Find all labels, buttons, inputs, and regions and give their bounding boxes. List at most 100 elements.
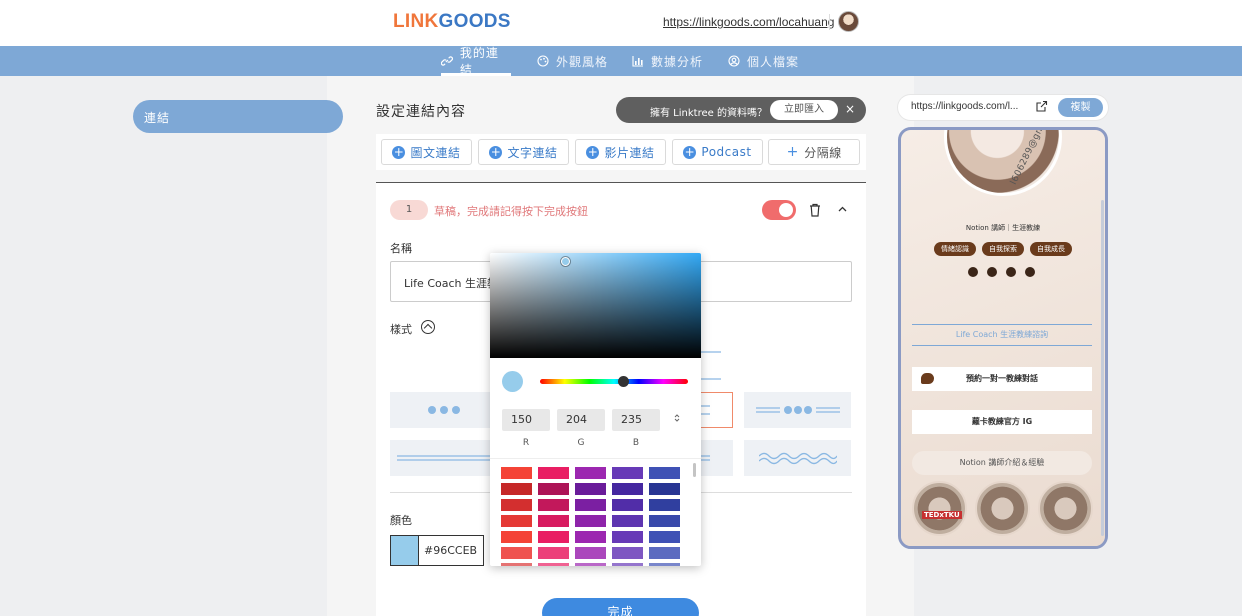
button-label: Podcast bbox=[701, 145, 752, 159]
color-swatch[interactable] bbox=[649, 499, 680, 511]
nav-label: 個人檔案 bbox=[747, 54, 800, 69]
color-swatch[interactable] bbox=[391, 536, 419, 565]
color-input[interactable]: #96CCEB bbox=[390, 535, 484, 566]
color-swatch[interactable] bbox=[649, 547, 680, 559]
preview-link-3[interactable]: 蘿卡教練官方 IG bbox=[912, 410, 1092, 434]
add-image-link-button[interactable]: + 圖文連結 bbox=[381, 139, 472, 165]
chevron-up-icon[interactable] bbox=[837, 204, 848, 215]
plus-icon: + bbox=[786, 143, 799, 160]
color-swatch[interactable] bbox=[575, 563, 606, 566]
logo[interactable]: LINKGOODS bbox=[393, 11, 511, 33]
color-swatch[interactable] bbox=[575, 467, 606, 479]
color-swatch[interactable] bbox=[575, 515, 606, 527]
nav-tab-appearance[interactable]: 外觀風格 bbox=[537, 46, 608, 76]
color-swatch[interactable] bbox=[649, 531, 680, 543]
plus-circle-icon: + bbox=[683, 144, 697, 159]
color-swatch[interactable] bbox=[649, 515, 680, 527]
red-input[interactable]: 150 bbox=[502, 409, 550, 431]
color-swatch[interactable] bbox=[501, 531, 532, 543]
color-swatch[interactable] bbox=[612, 483, 643, 495]
color-swatch[interactable] bbox=[538, 515, 569, 527]
instagram-icon[interactable] bbox=[987, 267, 997, 277]
scrollbar[interactable] bbox=[693, 463, 696, 477]
copy-button[interactable]: 複製 bbox=[1058, 98, 1103, 117]
color-swatch[interactable] bbox=[649, 467, 680, 479]
color-swatch[interactable] bbox=[538, 547, 569, 559]
hue-slider[interactable] bbox=[540, 379, 688, 384]
color-swatch[interactable] bbox=[538, 483, 569, 495]
enable-toggle[interactable] bbox=[762, 200, 796, 220]
color-swatch[interactable] bbox=[501, 483, 532, 495]
preview-link-1[interactable]: Life Coach 生涯教練諮詢 bbox=[912, 324, 1092, 346]
color-swatch[interactable] bbox=[501, 467, 532, 479]
thumbnail-image[interactable] bbox=[975, 481, 1030, 536]
main-nav: 我的連結 外觀風格 數據分析 個人檔案 bbox=[0, 46, 1242, 77]
toggle-format-icon[interactable] bbox=[674, 413, 680, 423]
color-swatch[interactable] bbox=[501, 563, 532, 566]
avatar[interactable] bbox=[838, 11, 859, 32]
profile-url-link[interactable]: https://linkgoods.com/locahuang bbox=[663, 15, 834, 29]
saturation-pointer[interactable] bbox=[561, 257, 570, 266]
color-swatch[interactable] bbox=[649, 483, 680, 495]
color-swatch[interactable] bbox=[612, 547, 643, 559]
color-hex-value[interactable]: #96CCEB bbox=[419, 536, 482, 565]
add-podcast-button[interactable]: + Podcast bbox=[672, 139, 763, 165]
color-swatch[interactable] bbox=[612, 515, 643, 527]
link-circle-icon[interactable] bbox=[1025, 267, 1035, 277]
color-swatch[interactable] bbox=[575, 531, 606, 543]
color-swatch[interactable] bbox=[575, 547, 606, 559]
color-swatch[interactable] bbox=[612, 467, 643, 479]
thumbnail-image[interactable]: TEDxTKU bbox=[912, 481, 967, 536]
color-swatch[interactable] bbox=[575, 483, 606, 495]
preview-url-bar: https://linkgoods.com/l... 複製 bbox=[898, 95, 1108, 120]
style-option-line-dots-line[interactable] bbox=[744, 392, 851, 428]
sidebar-item-links[interactable]: 連結 bbox=[133, 100, 343, 133]
red-label: R bbox=[522, 438, 530, 448]
style-option-wave[interactable] bbox=[744, 440, 851, 476]
color-swatch[interactable] bbox=[538, 563, 569, 566]
close-icon[interactable]: × bbox=[845, 102, 855, 116]
color-swatch[interactable] bbox=[501, 515, 532, 527]
chevron-up-circle-icon[interactable] bbox=[421, 320, 435, 334]
hue-slider-thumb[interactable] bbox=[618, 376, 629, 387]
color-swatch[interactable] bbox=[575, 499, 606, 511]
color-swatch[interactable] bbox=[538, 499, 569, 511]
color-swatch[interactable] bbox=[501, 547, 532, 559]
facebook-icon[interactable] bbox=[968, 267, 978, 277]
add-text-link-button[interactable]: + 文字連結 bbox=[478, 139, 569, 165]
phone-preview: l606289@gmail.com Notion 講師｜生涯教練 情緒認識 自我… bbox=[898, 127, 1108, 549]
podcast-icon[interactable] bbox=[1006, 267, 1016, 277]
thumbnail-image[interactable] bbox=[1038, 481, 1093, 536]
color-swatch[interactable] bbox=[612, 499, 643, 511]
external-link-icon[interactable] bbox=[1035, 100, 1048, 113]
color-swatch[interactable] bbox=[538, 467, 569, 479]
done-button[interactable]: 完成 bbox=[542, 598, 699, 616]
add-link-toolbar: + 圖文連結 + 文字連結 + 影片連結 + Podcast + 分隔線 bbox=[376, 134, 866, 170]
nav-tab-my-links[interactable]: 我的連結 bbox=[441, 46, 511, 77]
color-swatch[interactable] bbox=[612, 531, 643, 543]
nav-tab-analytics[interactable]: 數據分析 bbox=[632, 46, 703, 76]
add-video-link-button[interactable]: + 影片連結 bbox=[575, 139, 666, 165]
saturation-area[interactable] bbox=[490, 253, 701, 358]
tag-badge: 情緒認識 bbox=[934, 242, 976, 256]
blue-input[interactable]: 235 bbox=[612, 409, 660, 431]
plus-circle-icon: + bbox=[586, 144, 600, 159]
color-swatch[interactable] bbox=[649, 563, 680, 566]
style-option-dots[interactable] bbox=[390, 392, 497, 428]
add-divider-button[interactable]: + 分隔線 bbox=[768, 139, 860, 165]
phone-screen: l606289@gmail.com Notion 講師｜生涯教練 情緒認識 自我… bbox=[901, 130, 1105, 546]
import-now-button[interactable]: 立即匯入 bbox=[770, 100, 838, 120]
green-input[interactable]: 204 bbox=[557, 409, 605, 431]
nav-label: 數據分析 bbox=[651, 54, 704, 69]
style-option-lines[interactable] bbox=[390, 440, 497, 476]
name-label: 名稱 bbox=[390, 242, 412, 255]
nav-tab-profile[interactable]: 個人檔案 bbox=[728, 46, 799, 76]
preview-link-2[interactable]: 預約一對一教練對話 bbox=[912, 367, 1092, 391]
scrollbar[interactable] bbox=[1101, 200, 1104, 536]
preview-url[interactable]: https://linkgoods.com/l... bbox=[911, 101, 1018, 112]
color-swatch[interactable] bbox=[612, 563, 643, 566]
color-swatch[interactable] bbox=[501, 499, 532, 511]
preview-link-4[interactable]: Notion 講師介紹＆經驗 bbox=[912, 451, 1092, 475]
trash-icon[interactable] bbox=[809, 203, 821, 217]
color-swatch[interactable] bbox=[538, 531, 569, 543]
